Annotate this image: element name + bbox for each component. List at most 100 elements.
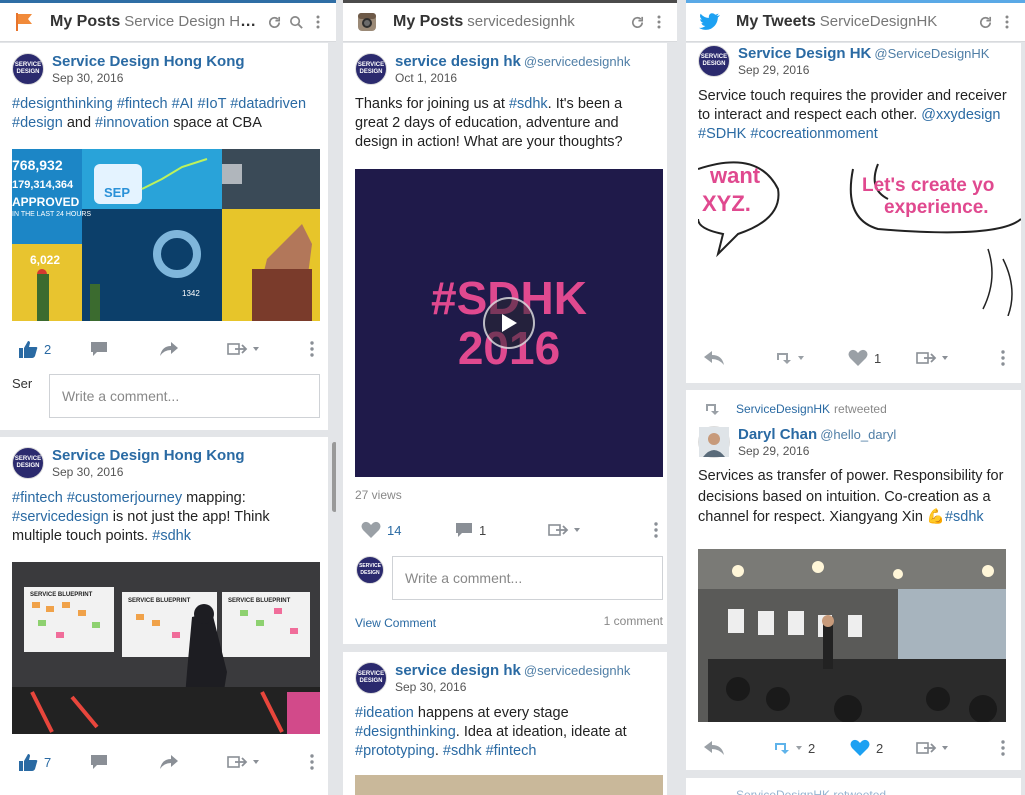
hashtag-link[interactable]: #AI xyxy=(172,96,194,112)
like-button[interactable]: 1 xyxy=(848,349,881,367)
comment-button[interactable] xyxy=(90,754,108,770)
comment-input[interactable]: Write a comment... xyxy=(392,556,663,600)
post-image[interactable]: SERVICE BLUEPRINT SERVICE BLUEPRINT SERV… xyxy=(12,562,320,734)
hashtag-link[interactable]: #sdhk xyxy=(152,528,191,544)
avatar[interactable]: SERVICE DESIGN xyxy=(355,662,387,694)
hashtag-link[interactable]: #customerjourney xyxy=(67,490,182,506)
hashtag-link[interactable]: #design xyxy=(12,115,63,131)
reply-button[interactable] xyxy=(704,351,724,365)
hashtag-link[interactable]: #sdhk xyxy=(945,509,984,525)
hashtag-link[interactable]: #SDHK xyxy=(698,126,746,142)
avatar[interactable]: SERVICE DESIGN xyxy=(355,53,387,85)
more-options-icon[interactable] xyxy=(310,754,314,770)
speech-bubble-icon xyxy=(91,342,107,356)
hashtag-link[interactable]: #fintech xyxy=(117,96,168,112)
hashtag-link[interactable]: #fintech xyxy=(12,490,63,506)
share-button[interactable] xyxy=(160,755,178,769)
retweet-icon xyxy=(777,353,804,364)
avatar[interactable]: SERVICE DESIGN xyxy=(12,53,44,85)
retweet-button[interactable]: 2 xyxy=(772,741,815,756)
author-name[interactable]: Service Design HK @ServiceDesignHK xyxy=(738,45,989,62)
hashtag-link[interactable]: #fintech xyxy=(486,743,537,759)
hashtag-link[interactable]: #sdhk xyxy=(509,96,548,112)
retweet-indicator: ServiceDesignHK retweeted xyxy=(686,390,1021,416)
column-scrollbar[interactable] xyxy=(330,42,336,795)
send-menu-button[interactable] xyxy=(227,755,263,769)
send-menu-button[interactable] xyxy=(916,351,952,365)
send-menu-button[interactable] xyxy=(548,523,584,537)
post-date[interactable]: Sep 30, 2016 xyxy=(52,71,245,85)
avatar[interactable] xyxy=(698,426,730,458)
send-menu-button[interactable] xyxy=(916,741,952,755)
hashtag-link[interactable]: #sdhk xyxy=(443,743,482,759)
hashtag-link[interactable]: #ideation xyxy=(355,705,414,721)
refresh-icon[interactable] xyxy=(264,12,284,32)
play-icon[interactable] xyxy=(483,297,535,349)
hashtag-link[interactable]: #prototyping xyxy=(355,743,435,759)
post-text: #fintech #customerjourney mapping: #serv… xyxy=(0,479,328,546)
like-button[interactable]: 2 xyxy=(850,739,883,757)
comment-input[interactable]: Write a comment... xyxy=(49,374,320,418)
comment-button[interactable] xyxy=(90,341,108,357)
post-image[interactable] xyxy=(355,775,663,795)
post-video[interactable]: #SDHK 2016 xyxy=(355,169,663,477)
reply-button[interactable] xyxy=(704,741,724,755)
search-icon[interactable] xyxy=(286,12,306,32)
text-segment: . Idea at ideation, ideate at xyxy=(455,724,627,740)
author-name[interactable]: Service Design Hong Kong xyxy=(52,53,245,70)
share-button[interactable] xyxy=(160,342,178,356)
view-comment-link[interactable]: View Comment xyxy=(355,616,436,630)
post-date[interactable]: Sep 29, 2016 xyxy=(738,444,896,458)
column-header: My Posts servicedesignhk xyxy=(343,0,677,42)
column-title: My Posts servicedesignhk xyxy=(393,13,575,30)
hashtag-link[interactable]: #cocreationmoment xyxy=(750,126,877,142)
more-options-icon[interactable] xyxy=(308,12,328,32)
avatar[interactable]: SERVICE DESIGN xyxy=(698,45,730,77)
hashtag-link[interactable]: #designthinking xyxy=(355,724,456,740)
post-text: Thanks for joining us at #sdhk. It's bee… xyxy=(343,85,667,152)
post-date[interactable]: Oct 1, 2016 xyxy=(395,71,630,85)
hashtag-link[interactable]: #IoT xyxy=(197,96,226,112)
avatar[interactable]: SERVICE DESIGN xyxy=(12,447,44,479)
author-name[interactable]: service design hk @servicedesignhk xyxy=(395,662,630,679)
more-options-icon[interactable] xyxy=(654,522,658,538)
author-name[interactable]: service design hk @servicedesignhk xyxy=(395,53,630,70)
column-scrollbar[interactable] xyxy=(671,42,677,795)
post-date[interactable]: Sep 30, 2016 xyxy=(52,465,245,479)
post-date[interactable]: Sep 29, 2016 xyxy=(738,63,989,77)
send-menu-button[interactable] xyxy=(227,342,263,356)
like-button[interactable]: 14 xyxy=(361,521,401,539)
more-options-icon[interactable] xyxy=(649,12,669,32)
like-button[interactable]: 7 xyxy=(18,753,51,771)
tweet-image[interactable]: want XYZ. Let's create yo experience. xyxy=(698,159,1021,316)
retweet-button[interactable] xyxy=(774,351,810,365)
hashtag-link[interactable]: @xxydesign xyxy=(921,107,1000,123)
post-card: SERVICE DESIGN service design hk @service… xyxy=(343,43,667,644)
author-name[interactable]: Daryl Chan @hello_daryl xyxy=(738,426,896,443)
like-button[interactable]: 2 xyxy=(18,340,51,358)
commenter-avatar: Ser xyxy=(12,376,33,391)
hashtag-link[interactable]: #innovation xyxy=(95,115,169,131)
hashtag-link[interactable]: #datadriven xyxy=(230,96,306,112)
text-segment: Thanks for joining us at xyxy=(355,96,509,112)
tweet-text: Service touch requires the provider and … xyxy=(686,77,1021,144)
comment-count: 1 xyxy=(479,522,487,538)
post-image[interactable]: 768,932 179,314,364 APPROVED IN THE LAST… xyxy=(12,149,320,321)
post-date[interactable]: Sep 30, 2016 xyxy=(395,680,630,694)
column-header: My Tweets ServiceDesignHK xyxy=(686,0,1025,42)
refresh-icon[interactable] xyxy=(975,12,995,32)
refresh-icon[interactable] xyxy=(627,12,647,32)
text-segment: . xyxy=(434,743,443,759)
column-title: My Tweets ServiceDesignHK xyxy=(736,13,938,30)
send-to-icon xyxy=(227,343,259,355)
share-arrow-icon xyxy=(160,342,178,356)
more-options-icon[interactable] xyxy=(310,341,314,357)
comment-button[interactable]: 1 xyxy=(455,522,486,538)
hashtag-link[interactable]: #servicedesign xyxy=(12,509,109,525)
hashtag-link[interactable]: #designthinking xyxy=(12,96,113,112)
more-options-icon[interactable] xyxy=(1001,740,1005,756)
author-name[interactable]: Service Design Hong Kong xyxy=(52,447,245,464)
tweet-image[interactable] xyxy=(698,549,1006,722)
more-options-icon[interactable] xyxy=(997,12,1017,32)
more-options-icon[interactable] xyxy=(1001,350,1005,366)
